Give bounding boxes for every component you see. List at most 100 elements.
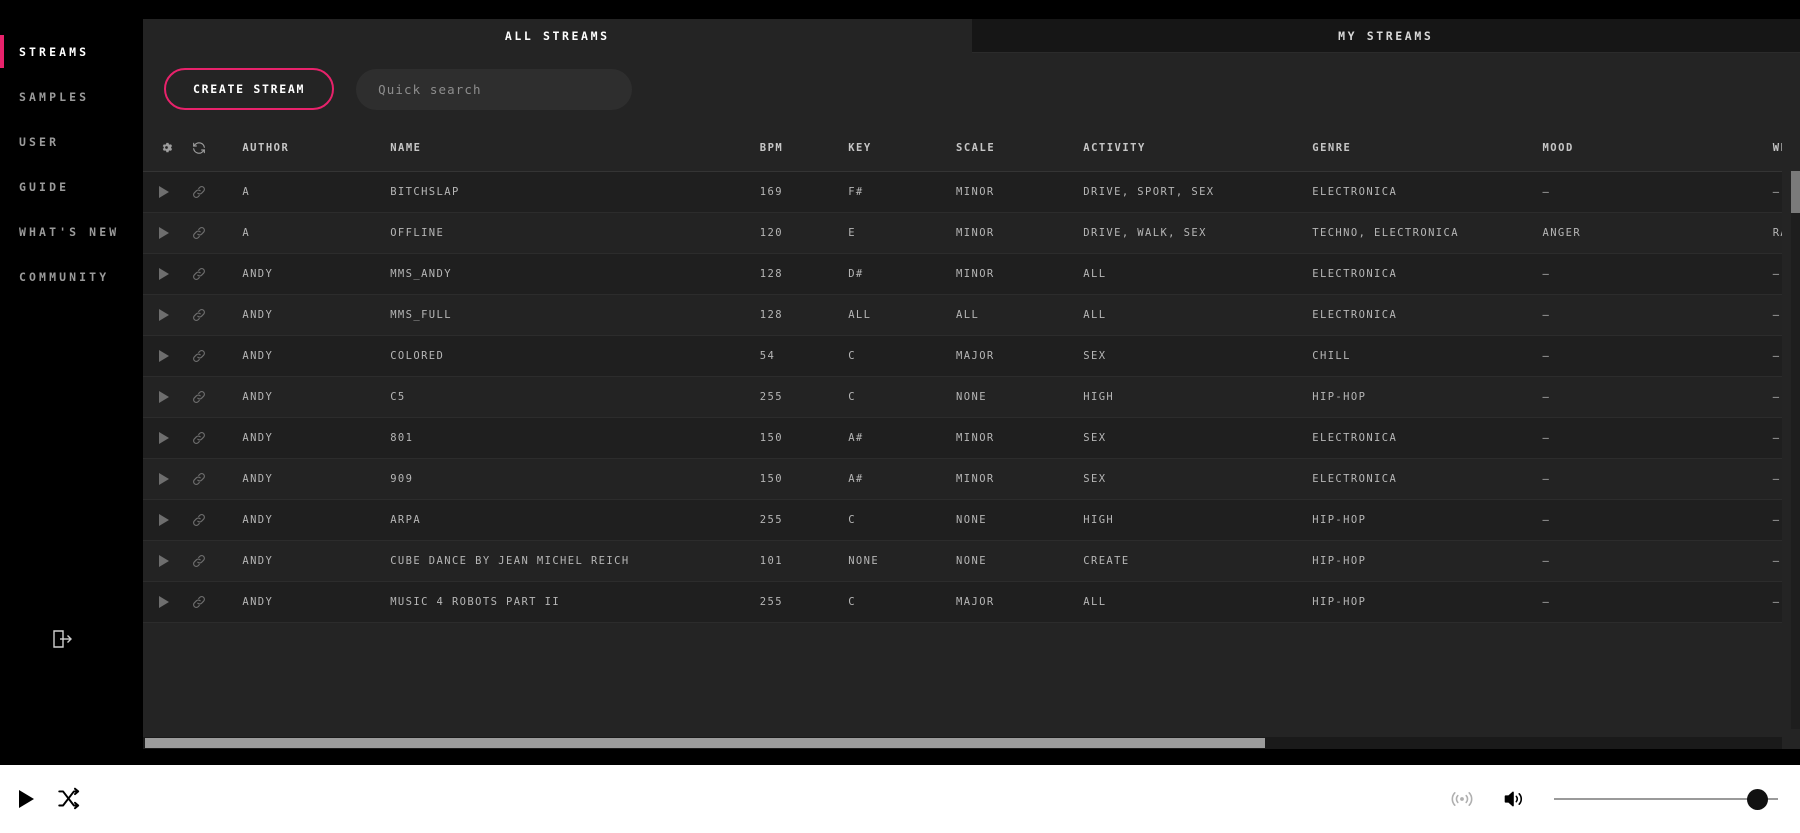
cell-name: CUBE DANCE BY JEAN MICHEL REICH [390,540,760,581]
row-link-cell[interactable] [191,417,242,458]
table-row[interactable]: ANDYMMS_ANDY128D#MINORALLELECTRONICA—— [143,253,1782,294]
cell-activity: ALL [1083,253,1312,294]
row-play-cell[interactable] [143,499,191,540]
row-play-cell[interactable] [143,458,191,499]
row-link-cell[interactable] [191,294,242,335]
logout-button[interactable] [50,627,74,651]
row-play-cell[interactable] [143,376,191,417]
row-link-cell[interactable] [191,253,242,294]
cell-genre: CHILL [1312,335,1542,376]
volume-slider-knob[interactable] [1747,789,1768,810]
cell-weather: — [1773,335,1782,376]
cell-weather: — [1773,581,1782,622]
play-icon[interactable] [159,473,169,485]
row-play-cell[interactable] [143,540,191,581]
cell-scale: NONE [956,540,1083,581]
link-icon [191,348,207,364]
row-play-cell[interactable] [143,294,191,335]
sidebar-item-streams[interactable]: STREAMS [0,29,143,74]
cell-weather: — [1773,540,1782,581]
col-genre[interactable]: GENRE [1312,125,1542,171]
row-play-cell[interactable] [143,212,191,253]
play-icon[interactable] [159,596,169,608]
tab-all-streams-label: ALL STREAMS [505,29,610,43]
tab-bar: ALL STREAMS MY STREAMS [143,19,1800,53]
shuffle-icon[interactable] [56,786,82,812]
play-icon[interactable] [159,309,169,321]
row-link-cell[interactable] [191,171,242,212]
cell-key: NONE [848,540,956,581]
col-scale[interactable]: SCALE [956,125,1083,171]
cell-mood: — [1542,581,1772,622]
cell-scale: MINOR [956,417,1083,458]
volume-slider[interactable] [1554,790,1778,808]
tab-my-streams[interactable]: MY STREAMS [972,19,1800,53]
col-mood[interactable]: MOOD [1542,125,1772,171]
cell-genre: ELECTRONICA [1312,458,1542,499]
row-link-cell[interactable] [191,376,242,417]
create-stream-button[interactable]: CREATE STREAM [164,68,334,110]
tab-all-streams[interactable]: ALL STREAMS [143,19,972,53]
table-row[interactable]: ANDYCOLORED54CMAJORSEXCHILL—— [143,335,1782,376]
cell-key: C [848,499,956,540]
table-row[interactable]: ANDYMMS_FULL128ALLALLALLELECTRONICA—— [143,294,1782,335]
sidebar-item-label: STREAMS [19,45,89,59]
table-row[interactable]: ANDY909150A#MINORSEXELECTRONICA—— [143,458,1782,499]
sidebar-item-community[interactable]: COMMUNITY [0,254,143,299]
play-icon[interactable] [159,514,169,526]
search-input[interactable] [356,69,632,110]
play-icon[interactable] [19,790,34,808]
row-play-cell[interactable] [143,581,191,622]
col-activity[interactable]: ACTIVITY [1083,125,1312,171]
row-play-cell[interactable] [143,417,191,458]
row-play-cell[interactable] [143,253,191,294]
link-icon [191,512,207,528]
play-icon[interactable] [159,227,169,239]
row-link-cell[interactable] [191,458,242,499]
vertical-scrollbar-thumb[interactable] [1791,171,1800,213]
col-name[interactable]: NAME [390,125,760,171]
sidebar-item-guide[interactable]: GUIDE [0,164,143,209]
cell-bpm: 120 [760,212,848,253]
col-bpm[interactable]: BPM [760,125,848,171]
col-settings[interactable] [143,125,191,171]
play-icon[interactable] [159,432,169,444]
table-row[interactable]: ANDYCUBE DANCE BY JEAN MICHEL REICH101NO… [143,540,1782,581]
table-row[interactable]: ANDYC5255CNONEHIGHHIP-HOP—— [143,376,1782,417]
col-refresh[interactable] [191,125,242,171]
row-link-cell[interactable] [191,581,242,622]
sidebar-item-whats-new[interactable]: WHAT'S NEW [0,209,143,254]
table-row[interactable]: AOFFLINE120EMINORDRIVE, WALK, SEXTECHNO,… [143,212,1782,253]
row-link-cell[interactable] [191,499,242,540]
table-row[interactable]: ABITCHSLAP169F#MINORDRIVE, SPORT, SEXELE… [143,171,1782,212]
row-link-cell[interactable] [191,335,242,376]
sidebar-item-samples[interactable]: SAMPLES [0,74,143,119]
col-key[interactable]: KEY [848,125,956,171]
vertical-scrollbar[interactable] [1791,171,1800,729]
sidebar-item-user[interactable]: USER [0,119,143,164]
col-author[interactable]: AUTHOR [242,125,390,171]
horizontal-scrollbar[interactable] [143,737,1782,749]
row-play-cell[interactable] [143,335,191,376]
cell-bpm: 150 [760,417,848,458]
row-link-cell[interactable] [191,540,242,581]
sidebar-item-label: COMMUNITY [19,270,109,284]
play-icon[interactable] [159,350,169,362]
row-play-cell[interactable] [143,171,191,212]
table-row[interactable]: ANDYARPA255CNONEHIGHHIP-HOP—— [143,499,1782,540]
table-row[interactable]: ANDY801150A#MINORSEXELECTRONICA—— [143,417,1782,458]
row-link-cell[interactable] [191,212,242,253]
col-weather[interactable]: WEATH [1773,125,1782,171]
sidebar-item-label: USER [19,135,59,149]
play-icon[interactable] [159,186,169,198]
cell-bpm: 128 [760,253,848,294]
cell-activity: ALL [1083,581,1312,622]
broadcast-icon[interactable] [1448,787,1476,811]
play-icon[interactable] [159,268,169,280]
play-icon[interactable] [159,391,169,403]
volume-icon[interactable] [1502,787,1528,811]
horizontal-scrollbar-thumb[interactable] [145,738,1265,748]
table-row[interactable]: ANDYMUSIC 4 ROBOTS PART II255CMAJORALLHI… [143,581,1782,622]
play-icon[interactable] [159,555,169,567]
link-icon [191,225,207,241]
